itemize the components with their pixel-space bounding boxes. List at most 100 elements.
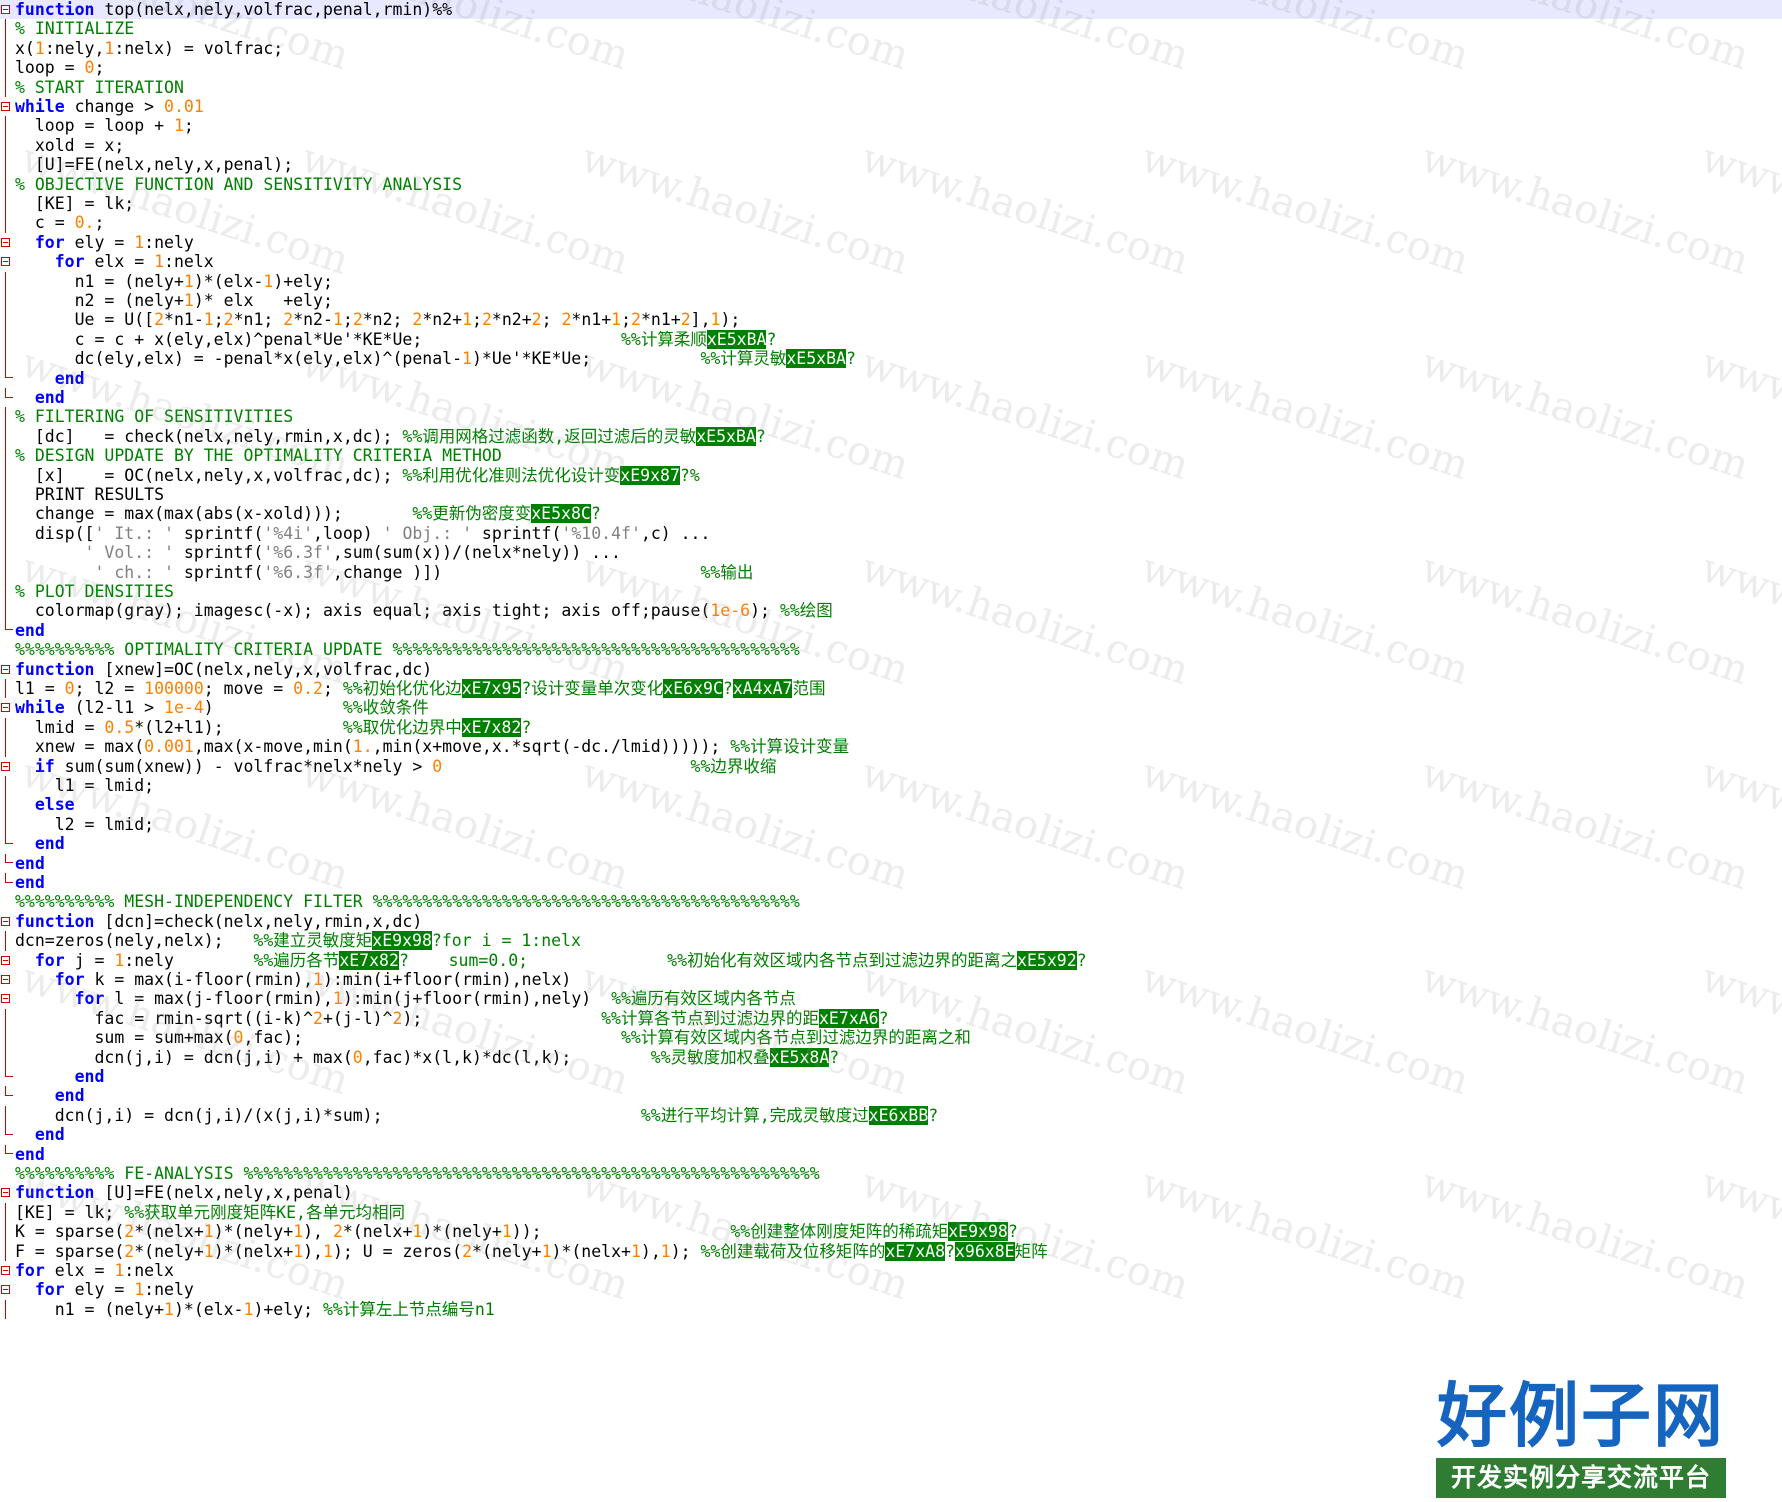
code-line[interactable]: function [dcn]=check(nelx,nely,rmin,x,dc… — [0, 912, 1782, 931]
code-line[interactable]: for elx = 1:nelx — [0, 252, 1782, 271]
code-line[interactable]: [U]=FE(nelx,nely,x,penal); — [0, 155, 1782, 175]
fold-toggle-icon[interactable] — [1, 1266, 10, 1275]
code-line[interactable]: %%%%%%%%%% OPTIMALITY CRITERIA UPDATE %%… — [0, 640, 1782, 659]
code-line[interactable]: while change > 0.01 — [0, 97, 1782, 116]
code-line[interactable]: end — [0, 1086, 1782, 1105]
code-line[interactable]: end — [0, 620, 1782, 640]
code-line[interactable]: ' Vol.: ' sprintf('%6.3f',sum(sum(x))/(n… — [0, 543, 1782, 563]
code-line[interactable]: xold = x; — [0, 135, 1782, 156]
code-line[interactable]: %%%%%%%%%% FE-ANALYSIS %%%%%%%%%%%%%%%%%… — [0, 1164, 1782, 1183]
code-line[interactable]: function [xnew]=OC(nelx,nely,x,volfrac,d… — [0, 660, 1782, 679]
code-line[interactable]: change = max(max(abs(x-xold))); %%更新伪密度变… — [0, 504, 1782, 524]
code-line[interactable]: disp([' It.: ' sprintf('%4i',loop) ' Obj… — [0, 523, 1782, 544]
code-line[interactable]: function top(nelx,nely,volfrac,penal,rmi… — [0, 0, 1782, 20]
code-line[interactable]: l2 = lmid; — [0, 814, 1782, 835]
code-line[interactable]: % DESIGN UPDATE BY THE OPTIMALITY CRITER… — [0, 446, 1782, 466]
code-line[interactable]: [KE] = lk; — [0, 194, 1782, 214]
code-line[interactable]: [x] = OC(nelx,nely,x,volfrac,dc); %%利用优化… — [0, 465, 1782, 485]
fold-toggle-icon[interactable] — [1, 955, 10, 965]
fold-toggle-icon[interactable] — [1, 761, 10, 771]
code-line[interactable]: PRINT RESULTS — [0, 485, 1782, 505]
code-line[interactable]: l1 = lmid; — [0, 776, 1782, 796]
code-line[interactable]: F = sparse(2*(nely+1)*(nelx+1),1); U = z… — [0, 1241, 1782, 1261]
code-line[interactable]: dc(ely,elx) = -penal*x(ely,elx)^(penal-1… — [0, 349, 1782, 369]
code-line[interactable]: xnew = max(0.001,max(x-move,min(1.,min(x… — [0, 737, 1782, 757]
number-token: 1 — [611, 310, 622, 330]
fold-toggle-icon[interactable] — [1, 5, 10, 14]
code-line[interactable]: for l = max(j-floor(rmin),1):min(j+floor… — [0, 989, 1782, 1008]
code-token: *(nelx+ — [342, 1222, 413, 1242]
code-line[interactable]: end — [0, 834, 1782, 853]
code-token: :nelx — [124, 1261, 174, 1280]
comment-token: %%更新伪密度变 — [412, 504, 532, 524]
code-line[interactable]: % START ITERATION — [0, 77, 1782, 97]
code-line[interactable]: for j = 1:nely %%遍历各节xE7x82? sum=0.0; %%… — [0, 950, 1782, 970]
fold-toggle-icon[interactable] — [1, 237, 10, 247]
code-line[interactable]: for k = max(i-floor(rmin),1):min(i+floor… — [0, 970, 1782, 989]
code-line[interactable]: [KE] = lk; %%获取单元刚度矩阵KE,各单元均相同 — [0, 1202, 1782, 1223]
fold-toggle-icon[interactable] — [1, 664, 10, 674]
code-line[interactable]: end — [0, 1067, 1782, 1086]
code-line[interactable]: dcn=zeros(nely,nelx); %%建立灵敏度矩xE9x98?for… — [0, 931, 1782, 951]
code-token: dcn(j,i) = dcn(j,i) + max( — [15, 1047, 353, 1067]
code-line[interactable]: dcn(j,i) = dcn(j,i)/(x(j,i)*sum); %%进行平均… — [0, 1105, 1782, 1126]
code-line[interactable]: end — [0, 1125, 1782, 1144]
code-line[interactable]: % FILTERING OF SENSITIVITIES — [0, 407, 1782, 427]
fold-toggle-icon[interactable] — [1, 1285, 10, 1295]
code-line[interactable]: %%%%%%%%%% MESH-INDEPENDENCY FILTER %%%%… — [0, 892, 1782, 911]
code-line[interactable]: sum = sum+max(0,fac); %%计算有效区域内各节点到过滤边界的… — [0, 1028, 1782, 1048]
keyword-token: for — [34, 950, 65, 970]
code-line[interactable]: c = 0.; — [0, 213, 1782, 233]
code-token: ; — [541, 310, 562, 330]
comment-token: ?% — [679, 465, 700, 485]
code-line[interactable]: x(1:nely,1:nelx) = volfrac; — [0, 38, 1782, 59]
fold-toggle-icon[interactable] — [1, 975, 10, 984]
fold-toggle-icon[interactable] — [1, 916, 10, 926]
code-line[interactable]: while (l2-l1 > 1e-4) %%收敛条件 — [0, 698, 1782, 717]
code-line[interactable]: [dc] = check(nelx,nely,rmin,x,dc); %%调用网… — [0, 426, 1782, 447]
code-line[interactable]: end — [0, 388, 1782, 407]
code-line[interactable]: ' ch.: ' sprintf('%6.3f',change )]) %%输出 — [0, 562, 1782, 582]
code-line[interactable]: l1 = 0; l2 = 100000; move = 0.2; %%初始化优化… — [0, 679, 1782, 699]
fold-toggle-icon[interactable] — [1, 1188, 10, 1198]
code-token: l1 = — [15, 679, 65, 698]
code-token: ,min(x+move,x.*sqrt(-dc./lmid))))); — [372, 737, 731, 757]
code-line[interactable]: end — [0, 853, 1782, 873]
fold-gutter — [0, 1086, 14, 1105]
code-token: ; move = — [203, 679, 294, 698]
code-token: colormap(gray); imagesc(-x); axis equal;… — [15, 601, 711, 621]
code-line[interactable]: for ely = 1:nely — [0, 233, 1782, 252]
code-line[interactable]: end — [0, 873, 1782, 892]
code-line[interactable]: for ely = 1:nely — [0, 1280, 1782, 1299]
code-token: ); — [402, 1008, 602, 1028]
code-line[interactable]: % INITIALIZE — [0, 19, 1782, 39]
comment-token: 矩阵 — [1014, 1241, 1048, 1261]
code-line[interactable]: function [U]=FE(nelx,nely,x,penal) — [0, 1183, 1782, 1202]
code-line[interactable]: if sum(sum(xnew)) - volfrac*nelx*nely > … — [0, 757, 1782, 776]
code-line[interactable]: % OBJECTIVE FUNCTION AND SENSITIVITY ANA… — [0, 174, 1782, 194]
code-line[interactable]: c = c + x(ely,elx)^penal*Ue'*KE*Ue; %%计算… — [0, 329, 1782, 350]
code-line[interactable]: Ue = U([2*n1-1;2*n1; 2*n2-1;2*n2; 2*n2+1… — [0, 310, 1782, 330]
code-line[interactable]: fac = rmin-sqrt((i-k)^2+(j-l)^2); %%计算各节… — [0, 1008, 1782, 1029]
code-line[interactable]: lmid = 0.5*(l2+l1); %%取优化边界中xE7x82? — [0, 717, 1782, 738]
code-line[interactable]: n1 = (nely+1)*(elx-1)+ely; — [0, 271, 1782, 291]
code-line[interactable]: end — [0, 368, 1782, 388]
fold-toggle-icon[interactable] — [1, 703, 10, 713]
code-line[interactable]: colormap(gray); imagesc(-x); axis equal;… — [0, 601, 1782, 621]
code-line[interactable]: end — [0, 1144, 1782, 1164]
code-line[interactable]: for elx = 1:nelx — [0, 1261, 1782, 1280]
fold-toggle-icon[interactable] — [1, 257, 10, 267]
code-line[interactable]: K = sparse(2*(nelx+1)*(nely+1), 2*(nelx+… — [0, 1222, 1782, 1242]
code-line[interactable]: % PLOT DENSITIES — [0, 582, 1782, 602]
fold-toggle-icon[interactable] — [1, 994, 10, 1004]
code-line[interactable]: dcn(j,i) = dcn(j,i) + max(0,fac)*x(l,k)*… — [0, 1047, 1782, 1067]
fold-line-icon — [5, 1222, 6, 1242]
code-line[interactable]: else — [0, 795, 1782, 815]
code-line[interactable]: loop = 0; — [0, 58, 1782, 78]
code-line[interactable]: loop = loop + 1; — [0, 116, 1782, 136]
fold-toggle-icon[interactable] — [1, 102, 10, 111]
code-line[interactable]: n1 = (nely+1)*(elx-1)+ely; %%计算左上节点编号n1 — [0, 1299, 1782, 1320]
code-editor[interactable]: function top(nelx,nely,volfrac,penal,rmi… — [0, 0, 1782, 1502]
code-line[interactable]: n2 = (nely+1)* elx +ely; — [0, 291, 1782, 311]
hex-byte-badge: xBA — [736, 329, 767, 349]
